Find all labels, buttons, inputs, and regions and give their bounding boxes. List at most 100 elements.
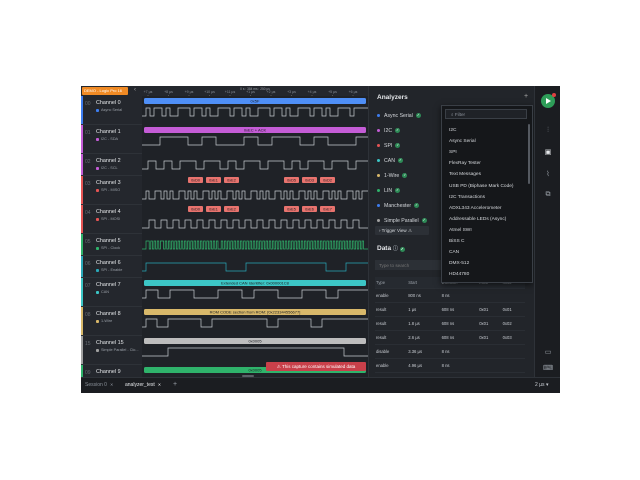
dropdown-option[interactable]: I2C — [449, 128, 456, 133]
channel-color-swatch — [96, 290, 99, 294]
digital-waveform — [142, 262, 368, 272]
dropdown-option[interactable]: DMX-512 — [449, 261, 469, 266]
filter-input[interactable]: ⌕ Filter — [445, 109, 527, 119]
check-icon: ✓ — [395, 128, 401, 134]
analyzer-item[interactable]: SPI ✓ — [377, 143, 401, 149]
table-cell: disable — [375, 344, 408, 359]
channel-analyzer-label: I2C - SCL — [96, 166, 118, 170]
table-row[interactable]: enable 800 ns 8 ns — [375, 288, 525, 303]
channel-name: Channel 6 — [96, 260, 121, 266]
analyzer-color-dot — [377, 129, 380, 133]
analyzer-color-dot — [377, 114, 380, 118]
tab-session-0[interactable]: Session 0 ✕ — [85, 382, 113, 388]
table-cell — [501, 344, 525, 359]
channel-name: Channel 5 — [96, 238, 121, 244]
check-icon: ✓ — [395, 143, 401, 149]
analyzer-item[interactable]: I2C ✓ — [377, 128, 401, 134]
add-analyzer-button[interactable]: + — [524, 93, 528, 100]
dropdown-option[interactable]: FlexRay Tester — [449, 161, 481, 166]
check-icon: ✓ — [421, 218, 427, 224]
dropdown-option[interactable]: Addressable LEDs (Async) — [449, 217, 506, 222]
channel-row[interactable]: 05 Channel 5 SPI - Clock — [81, 234, 142, 256]
column-header[interactable]: Type — [375, 277, 408, 289]
channel-name: Channel 7 — [96, 282, 121, 288]
channel-row[interactable]: 08 Channel 8 1-Wire — [81, 307, 142, 336]
dropdown-option[interactable]: CAN — [449, 250, 459, 255]
close-icon[interactable]: ✕ — [110, 382, 113, 387]
table-row[interactable]: result 1.8 µs 608 ns 0x01 0x02 — [375, 316, 525, 331]
analyzer-color-dot — [377, 204, 380, 208]
dropdown-option[interactable]: Text Messages — [449, 172, 481, 177]
device-settings-icon[interactable]: ⫶ — [543, 126, 553, 136]
analyzer-item[interactable]: CAN ✓ — [377, 158, 403, 164]
dropdown-option[interactable]: USB PD (Biphase Mark Code) — [449, 184, 514, 189]
table-row[interactable]: disable 3.36 µs 8 ns — [375, 344, 525, 359]
decoded-byte-label: 0xE5 — [287, 208, 296, 212]
collapse-icon[interactable]: ‹ — [134, 87, 136, 93]
channel-number: 15 — [85, 341, 91, 347]
channel-color-bar — [81, 125, 83, 153]
run-button[interactable] — [541, 93, 556, 108]
tab-analyzer-test[interactable]: analyzer_test ✕ — [125, 382, 161, 388]
dropdown-option[interactable]: HD44780 — [449, 272, 469, 277]
measurements-icon[interactable]: ⌇ — [543, 170, 553, 180]
extensions-icon[interactable]: ⧉ — [543, 190, 553, 200]
table-cell: 2.6 µs — [407, 330, 441, 345]
zoom-level[interactable]: 2 µs ▾ — [535, 382, 548, 388]
decoded-frame-label: ROM CODE section from ROM: [0x2233445566… — [210, 310, 301, 315]
decoded-frame-label: 0x5F — [251, 99, 260, 104]
analyzer-item[interactable]: Simple Parallel ✓ — [377, 218, 427, 224]
column-header[interactable]: Start — [407, 277, 441, 289]
channel-row[interactable]: 15 Channel 15 Simple Parallel - Clo... — [81, 336, 142, 365]
decoded-byte-label: 0xE2 — [227, 179, 236, 183]
time-tick-label: +11 µs — [225, 90, 236, 94]
dropdown-option[interactable]: SPI — [449, 150, 457, 155]
right-toolbar: ⫶ ▣ ⌇ ⧉ ▭ ⌨ — [534, 86, 560, 377]
waveform-area[interactable]: +7 µs +8 µs +9 µs +10 µs +11 µs +1 µs +2 µs +3 … — [142, 86, 368, 377]
channel-number: 06 — [85, 261, 91, 267]
dropdown-option[interactable]: Async Serial — [449, 139, 476, 144]
dropdown-scrollbar[interactable] — [528, 124, 530, 184]
table-cell — [478, 344, 502, 359]
channel-analyzer-label: SPI - MISO — [96, 188, 120, 192]
analyzer-item[interactable]: Async Serial ✓ — [377, 113, 421, 119]
channel-number: 05 — [85, 239, 91, 245]
analyzer-item[interactable]: 1-Wire ✓ — [377, 173, 408, 179]
waveform-svg[interactable]: +7 µs +8 µs +9 µs +10 µs +11 µs +1 µs +2 µs +3 … — [142, 86, 368, 377]
dropdown-option[interactable]: BiSS C — [449, 239, 464, 244]
channel-number: 03 — [85, 181, 91, 187]
analyzer-type-dropdown[interactable]: ⌕ Filter I2C Async Serial SPI FlexRay Teste… — [441, 105, 533, 283]
dropdown-option[interactable]: I2C Transactions — [449, 195, 485, 200]
analyzer-item[interactable]: Manchester ✓ — [377, 203, 420, 209]
channel-row[interactable]: 06 Channel 6 SPI - Enable — [81, 256, 142, 278]
dropdown-option[interactable]: ADXL343 Accelerometer — [449, 206, 502, 211]
keyboard-icon[interactable]: ⌨ — [543, 364, 553, 374]
channel-row[interactable]: 07 Channel 7 CAN — [81, 278, 142, 307]
analyzer-color-dot — [377, 189, 380, 193]
channel-name: Channel 3 — [96, 180, 121, 186]
dropdown-option[interactable]: Atmel SWI — [449, 228, 472, 233]
analyzer-item[interactable]: LIN ✓ — [377, 188, 401, 194]
digital-waveform — [142, 107, 368, 117]
channel-row[interactable]: 04 Channel 4 SPI - MOSI — [81, 205, 142, 234]
channel-row[interactable]: 03 Channel 3 SPI - MISO — [81, 176, 142, 205]
table-row[interactable]: result 2.6 µs 608 ns 0x01 0x03 — [375, 330, 525, 345]
channel-row[interactable]: 01 Channel 1 I2C - SDA — [81, 125, 142, 154]
add-tab-button[interactable]: + — [173, 381, 177, 388]
digital-waveform — [142, 318, 368, 328]
table-cell: 608 ns — [440, 316, 479, 331]
trigger-view-button[interactable]: › Trigger View ⚠ — [375, 226, 429, 235]
table-cell: 1.8 µs — [407, 316, 441, 331]
table-row[interactable]: result 1 µs 608 ns 0x01 0x01 — [375, 302, 525, 317]
table-row[interactable]: enable 4.96 µs 8 ns — [375, 358, 525, 373]
close-icon[interactable]: ✕ — [158, 382, 161, 387]
chat-icon[interactable]: ▭ — [543, 348, 553, 358]
channel-row[interactable]: 02 Channel 2 I2C - SCL — [81, 154, 142, 176]
check-icon: ✓ — [402, 173, 408, 179]
analyzers-icon[interactable]: ▣ — [543, 148, 553, 158]
channel-number: 04 — [85, 210, 91, 216]
time-tick-label: +6 µs — [349, 90, 358, 94]
analyzer-color-dot — [377, 159, 380, 163]
channel-row[interactable]: 00 Channel 0 Async Serial — [81, 96, 142, 125]
time-tick-label: +7 µs — [144, 90, 153, 94]
